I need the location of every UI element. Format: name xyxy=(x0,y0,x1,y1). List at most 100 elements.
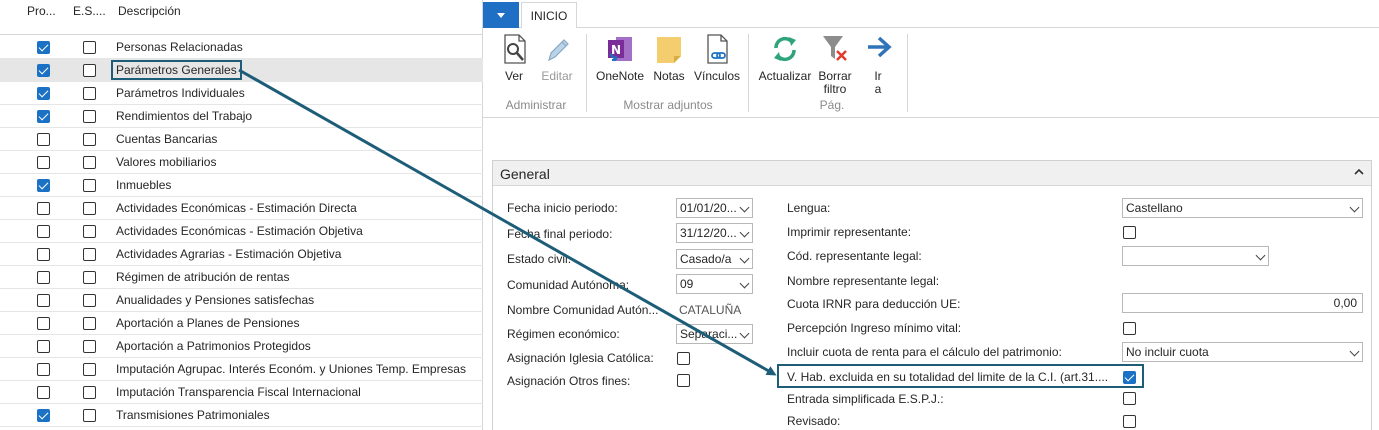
fecha-final-label: Fecha final periodo: xyxy=(507,227,613,241)
list-item[interactable]: Parámetros Generales xyxy=(0,59,483,82)
pro-checkbox[interactable] xyxy=(37,294,50,307)
notas-button[interactable]: Notas xyxy=(651,32,687,83)
incluir-cuota-select[interactable]: No incluir cuota xyxy=(1122,342,1363,362)
es-checkbox[interactable] xyxy=(83,110,96,123)
list-item[interactable]: Parámetros Individuales xyxy=(0,82,483,105)
es-checkbox[interactable] xyxy=(83,156,96,169)
list-item[interactable]: Valores mobiliarios xyxy=(0,151,483,174)
pro-checkbox[interactable] xyxy=(37,202,50,215)
cod-representante-select[interactable] xyxy=(1122,246,1269,266)
pro-checkbox[interactable] xyxy=(37,156,50,169)
es-checkbox[interactable] xyxy=(83,179,96,192)
chevron-down-icon[interactable] xyxy=(1349,346,1360,357)
es-checkbox[interactable] xyxy=(83,317,96,330)
cuota-irnr-input[interactable]: 0,00 xyxy=(1122,293,1363,313)
list-item[interactable]: Actividades Agrarias - Estimación Objeti… xyxy=(0,243,483,266)
es-checkbox[interactable] xyxy=(83,386,96,399)
ribbon-separator xyxy=(748,34,749,112)
chevron-down-icon[interactable] xyxy=(739,278,750,289)
navigation-list: Pro... E.S.... Descripción Personas Rela… xyxy=(0,0,483,430)
list-item[interactable]: Imputación Transparencia Fiscal Internac… xyxy=(0,381,483,404)
list-item[interactable]: Personas Relacionadas xyxy=(0,36,483,59)
list-item[interactable]: Inmuebles xyxy=(0,174,483,197)
tab-inicio[interactable]: INICIO xyxy=(521,2,577,29)
list-item[interactable]: Actividades Económicas - Estimación Obje… xyxy=(0,220,483,243)
es-checkbox[interactable] xyxy=(83,64,96,77)
vinculos-button[interactable]: Vínculos xyxy=(691,32,743,83)
otros-fines-checkbox[interactable] xyxy=(677,374,690,387)
es-checkbox[interactable] xyxy=(83,340,96,353)
es-checkbox[interactable] xyxy=(83,271,96,284)
list-item[interactable]: Transmisiones Patrimoniales xyxy=(0,404,483,427)
app-menu-button[interactable] xyxy=(483,2,519,28)
column-header-es[interactable]: E.S.... xyxy=(73,4,106,18)
ver-button[interactable]: Ver xyxy=(499,32,529,83)
pro-checkbox[interactable] xyxy=(37,248,50,261)
es-checkbox[interactable] xyxy=(83,202,96,215)
es-checkbox[interactable] xyxy=(83,248,96,261)
percepcion-checkbox[interactable] xyxy=(1123,322,1136,335)
actualizar-button[interactable]: Actualizar xyxy=(757,32,813,83)
pro-checkbox[interactable] xyxy=(37,87,50,100)
list-item[interactable]: Imputación Agrupac. Interés Económ. y Un… xyxy=(0,358,483,381)
panel-header[interactable]: General xyxy=(493,161,1371,186)
es-checkbox[interactable] xyxy=(83,87,96,100)
list-item-label: Inmuebles xyxy=(116,178,172,192)
list-item[interactable]: Anualidades y Pensiones satisfechas xyxy=(0,289,483,312)
ir-a-button[interactable]: Ir a xyxy=(863,32,893,96)
revisado-checkbox[interactable] xyxy=(1123,415,1136,428)
imprimir-checkbox[interactable] xyxy=(1123,226,1136,239)
chevron-down-icon[interactable] xyxy=(739,227,750,238)
es-checkbox[interactable] xyxy=(83,41,96,54)
pro-checkbox[interactable] xyxy=(37,110,50,123)
chevron-down-icon[interactable] xyxy=(1349,202,1360,213)
chevron-down-icon[interactable] xyxy=(739,202,750,213)
pro-checkbox[interactable] xyxy=(37,41,50,54)
fecha-inicio-field[interactable]: 01/01/20... xyxy=(676,198,753,218)
borrar-filtro-button[interactable]: Borrar filtro xyxy=(815,32,855,96)
column-header-pro[interactable]: Pro... xyxy=(27,4,56,18)
es-checkbox[interactable] xyxy=(83,133,96,146)
chevron-up-icon[interactable] xyxy=(1353,166,1365,178)
pro-checkbox[interactable] xyxy=(37,409,50,422)
list-item[interactable]: Cuentas Bancarias xyxy=(0,128,483,151)
es-checkbox[interactable] xyxy=(83,294,96,307)
list-item[interactable]: Actividades Económicas - Estimación Dire… xyxy=(0,197,483,220)
es-checkbox[interactable] xyxy=(83,363,96,376)
pro-checkbox[interactable] xyxy=(37,133,50,146)
list-item[interactable]: Aportación a Patrimonios Protegidos xyxy=(0,335,483,358)
lengua-select[interactable]: Castellano xyxy=(1122,198,1363,218)
entrada-simplificada-checkbox[interactable] xyxy=(1123,392,1136,405)
pro-checkbox[interactable] xyxy=(37,64,50,77)
revisado-label: Revisado: xyxy=(787,414,841,428)
pro-checkbox[interactable] xyxy=(37,271,50,284)
fecha-final-field[interactable]: 31/12/20... xyxy=(676,223,753,243)
chevron-down-icon[interactable] xyxy=(739,328,750,339)
es-checkbox[interactable] xyxy=(83,225,96,238)
iglesia-checkbox[interactable] xyxy=(677,352,690,365)
pro-checkbox[interactable] xyxy=(37,386,50,399)
pro-checkbox[interactable] xyxy=(37,179,50,192)
list-item-label: Actividades Económicas - Estimación Obje… xyxy=(116,224,363,238)
pro-checkbox[interactable] xyxy=(37,225,50,238)
onenote-button[interactable]: N OneNote xyxy=(593,32,647,83)
chevron-down-icon[interactable] xyxy=(739,253,750,264)
comunidad-select[interactable]: 09 xyxy=(676,274,753,294)
list-item[interactable]: Aportación a Planes de Pensiones xyxy=(0,312,483,335)
list-item[interactable]: Régimen de atribución de rentas xyxy=(0,266,483,289)
estado-civil-select[interactable]: Casado/a xyxy=(676,249,753,269)
list-header: Pro... E.S.... Descripción xyxy=(0,0,483,35)
pro-checkbox[interactable] xyxy=(37,340,50,353)
es-checkbox[interactable] xyxy=(83,409,96,422)
pro-checkbox[interactable] xyxy=(37,317,50,330)
list-item-label: Actividades Agrarias - Estimación Objeti… xyxy=(116,247,342,261)
pro-checkbox[interactable] xyxy=(37,363,50,376)
editar-button[interactable]: Editar xyxy=(539,32,575,83)
regimen-select[interactable]: Separaci... xyxy=(676,324,753,344)
group-mostrar-adjuntos: Mostrar adjuntos xyxy=(623,98,713,112)
list-item[interactable]: Rendimientos del Trabajo xyxy=(0,105,483,128)
list-item-label: Aportación a Planes de Pensiones xyxy=(116,316,300,330)
column-header-descripcion[interactable]: Descripción xyxy=(118,4,181,18)
ribbon-tabs: INICIO xyxy=(483,0,1379,29)
chevron-down-icon[interactable] xyxy=(1255,250,1266,261)
